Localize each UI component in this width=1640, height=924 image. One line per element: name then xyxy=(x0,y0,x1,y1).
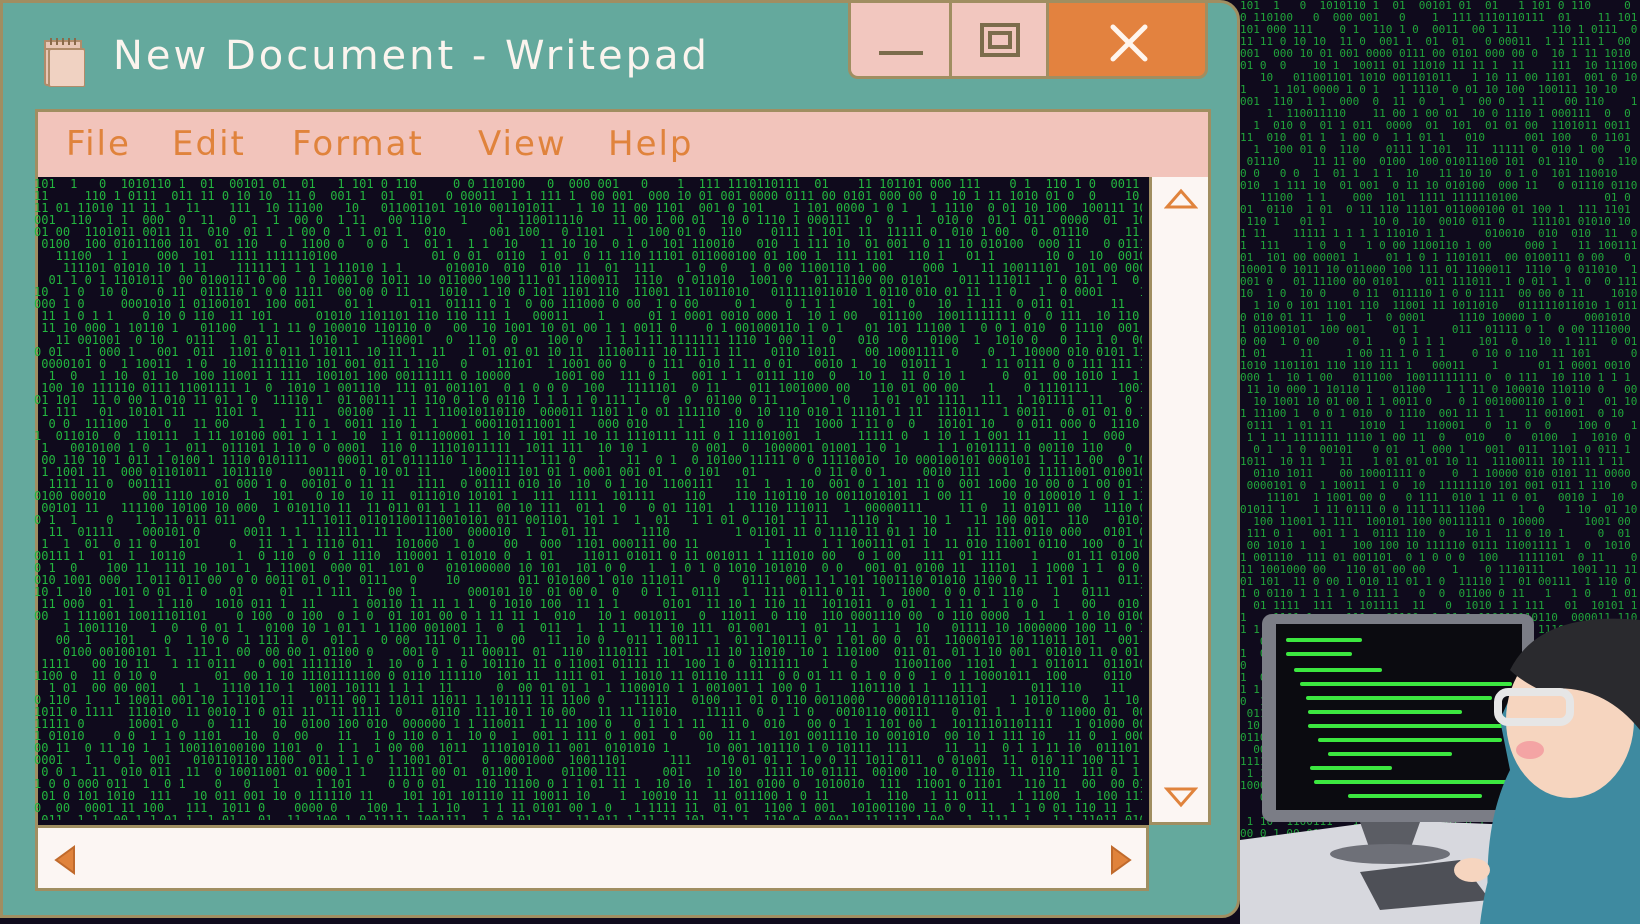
close-icon xyxy=(1110,24,1148,62)
menu-file[interactable]: File xyxy=(66,124,131,164)
menu-bar: File Edit Format View Help xyxy=(35,109,1211,177)
menu-help[interactable]: Help xyxy=(608,124,694,164)
hacker-illustration xyxy=(1240,614,1640,924)
minimize-button[interactable] xyxy=(848,3,952,79)
menu-edit[interactable]: Edit xyxy=(172,124,246,164)
menu-format[interactable]: Format xyxy=(292,124,424,164)
triangle-down-icon[interactable] xyxy=(1164,785,1198,809)
vertical-scrollbar[interactable] xyxy=(1149,177,1211,825)
triangle-left-icon[interactable] xyxy=(52,844,78,876)
horizontal-scrollbar[interactable] xyxy=(35,825,1149,891)
triangle-up-icon[interactable] xyxy=(1164,187,1198,211)
notepad-icon xyxy=(44,38,85,87)
triangle-right-icon[interactable] xyxy=(1108,844,1134,876)
close-button[interactable] xyxy=(1046,3,1208,79)
matrix-rain-text: 101 1 0 1010110 1 01 00101 01 01 1 101 0… xyxy=(34,178,1142,820)
menu-view[interactable]: View xyxy=(478,124,567,164)
maximize-icon xyxy=(980,23,1020,57)
window-title: New Document - Writepad xyxy=(113,33,710,79)
maximize-button[interactable] xyxy=(949,3,1049,79)
minimize-icon xyxy=(879,51,923,55)
